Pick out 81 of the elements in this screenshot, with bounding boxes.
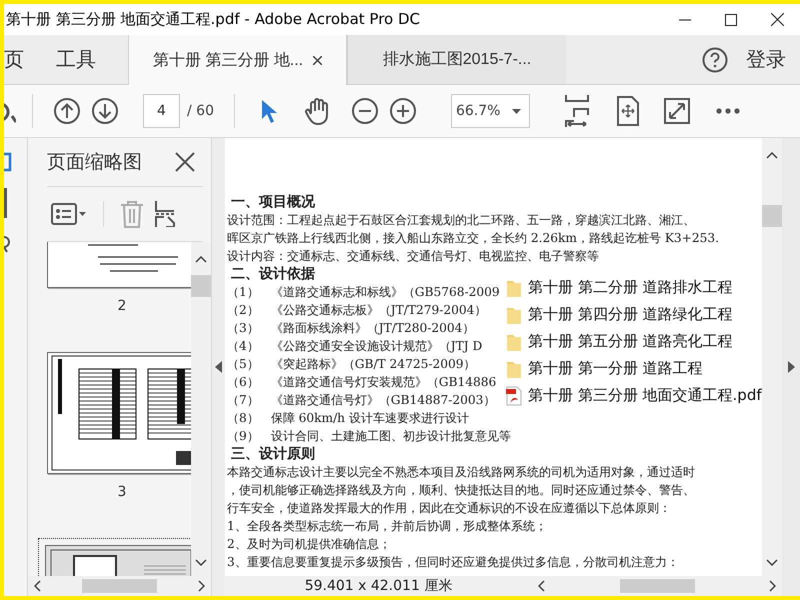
text-line: 行车安全，使道路发挥最大的作用，因此在交通标识的不设在应遵循以下总体原则：: [227, 500, 671, 517]
window-title: 第十册 第三分册 地面交通工程.pdf - Adobe Acrobat Pro DC: [5, 10, 422, 29]
text-line: （1） 《道路交通标志和标线》（GB5768-2009: [227, 284, 500, 301]
text-line: （4） 《公路交通安全设施设计规范》（JTJ D: [227, 338, 482, 355]
section-heading: 二、设计依据: [230, 265, 315, 283]
scroll-thumb[interactable]: [620, 579, 694, 593]
caret-icon: [512, 108, 521, 114]
panel-title: 页面缩略图: [47, 150, 142, 175]
file-item[interactable]: 第十册 第三分册 地面交通工程.pdf: [506, 384, 762, 407]
page-size-icon[interactable]: [154, 201, 176, 227]
folder-icon: [506, 360, 522, 378]
zoom-dropdown[interactable]: 66.7%: [450, 94, 530, 128]
page-number: 2: [118, 298, 126, 314]
scroll-right-icon[interactable]: [769, 580, 776, 592]
text-line: 本路交通标志设计主要以完全不熟悉本项目及沿线路网系统的司机为适用对象，通过适时: [227, 464, 695, 481]
text-line: （3） 《路面标线涂料》（JT/T280-2004）: [227, 320, 474, 337]
previous-page-icon[interactable]: [53, 97, 81, 125]
text-line: 设计内容：交通标志、交通标线、交通信号灯、电视监控、电子警察等: [227, 248, 599, 265]
page-number: 3: [118, 484, 126, 500]
close-icon[interactable]: [175, 152, 195, 172]
help-icon[interactable]: [702, 46, 728, 72]
full-screen-icon[interactable]: [664, 98, 690, 124]
page-thumbnails-icon[interactable]: [4, 152, 12, 172]
text-line: ，使司机能够正确选择路线及方向，顺利、快捷抵达目的地。同时还应通过禁令、警告、: [227, 482, 695, 499]
text-line: （2） 《公路交通标志板》（JT/T279-2004）: [227, 302, 486, 319]
scroll-down-icon[interactable]: [766, 559, 778, 566]
fit-page-icon[interactable]: [616, 96, 640, 126]
fit-page-width-icon[interactable]: [564, 95, 590, 127]
zoom-out-icon[interactable]: [350, 97, 379, 125]
maximize-icon[interactable]: [725, 14, 737, 26]
collapse-left-icon[interactable]: [215, 361, 222, 373]
scroll-up-icon[interactable]: [766, 152, 778, 159]
section-heading: 三、设计原则: [230, 445, 315, 463]
vertical-scrollbar[interactable]: [191, 242, 211, 576]
text-line: （7） 《道路交通信号灯》（GB14887-2003）: [227, 392, 496, 409]
nav-tab[interactable]: 页: [4, 35, 24, 84]
zoom-in-icon[interactable]: [388, 97, 417, 125]
file-item[interactable]: 第十册 第二分册 道路排水工程: [506, 276, 762, 299]
document-tab[interactable]: 排水施工图2015-7-...: [347, 35, 566, 84]
text-line: 1、全段各类型标志统一布局，并前后协调，形成整体系统；: [227, 518, 547, 535]
text-line: （5） 《突起路标》（GB/T 24725-2009）: [227, 356, 476, 373]
text-line: 晖区京广铁路上行线西北侧，接入船山东路立交，全长约 2.26km，路线起讫桩号 K3+253.: [227, 230, 720, 247]
section-heading: 一、项目概况: [230, 193, 315, 211]
document-tab[interactable]: 第十册 第三分册 地...: [128, 35, 347, 85]
scroll-thumb[interactable]: [191, 275, 211, 297]
trash-icon: [120, 200, 144, 228]
more-icon[interactable]: [716, 108, 740, 114]
page-number-field[interactable]: 4: [143, 94, 180, 128]
text-line: 3、重要信息要重复提示多级预告，但同时还应避免提供过多信息，分散司机注意力：: [227, 554, 679, 571]
text-line: 设计范围：工程起点起于石鼓区合江套规划的北二环路、五一路，穿越滨江北路、湘江、: [227, 212, 695, 229]
scroll-left-icon[interactable]: [538, 580, 545, 592]
text-line: （6） 《道路交通信号灯安装规范》（GB14886: [227, 374, 496, 391]
file-item[interactable]: 第十册 第一分册 道路工程: [506, 357, 762, 380]
file-item[interactable]: 第十册 第五分册 道路亮化工程: [506, 330, 762, 353]
page-total: / 60: [187, 103, 214, 119]
collapse-right-icon[interactable]: [788, 361, 794, 373]
page-thumbnail[interactable]: [47, 242, 191, 288]
scroll-left-icon[interactable]: [34, 580, 41, 592]
folder-icon: [506, 306, 522, 324]
folder-icon: [506, 278, 522, 296]
close-icon[interactable]: [770, 13, 784, 26]
nav-tab[interactable]: 工具: [56, 35, 96, 84]
scroll-right-icon[interactable]: [198, 580, 205, 592]
next-page-icon[interactable]: [91, 97, 119, 125]
text-line: 2、及时为司机提供准确信息；: [227, 536, 391, 553]
page-thumbnail[interactable]: [47, 352, 191, 474]
text-line: （8） 保障 60km/h 设计车速要求进行设计: [227, 410, 469, 427]
minimize-icon[interactable]: [679, 18, 691, 20]
scroll-thumb[interactable]: [82, 579, 157, 593]
options-menu-icon[interactable]: [51, 203, 87, 225]
horizontal-scrollbar[interactable]: [28, 576, 211, 596]
text-line: （9） 设计合同、土建施工图、初步设计批复意见等: [227, 428, 511, 445]
file-item[interactable]: 第十册 第四分册 道路绿化工程: [506, 303, 762, 326]
scroll-thumb[interactable]: [762, 205, 782, 227]
zoom-value: 66.7%: [456, 103, 500, 119]
scroll-down-icon[interactable]: [195, 559, 207, 566]
scroll-up-icon[interactable]: [195, 256, 207, 263]
hand-icon[interactable]: [302, 96, 331, 126]
page-size-label: 59.401 x 42.011 厘米: [304, 577, 454, 596]
login-button[interactable]: 登录: [746, 35, 800, 84]
folder-icon: [506, 332, 522, 350]
